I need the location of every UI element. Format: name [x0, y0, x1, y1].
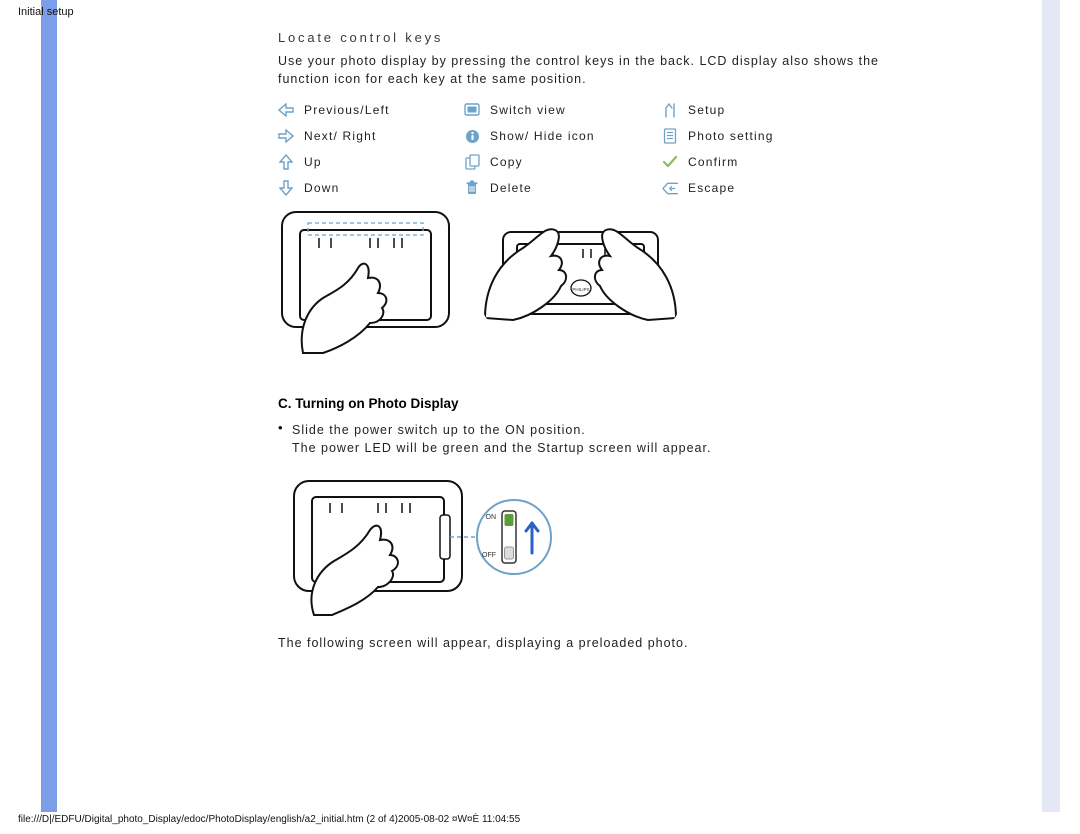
section-c-heading: C. Turning on Photo Display	[278, 396, 898, 411]
key-label: Next/ Right	[304, 129, 377, 143]
key-label: Show/ Hide icon	[490, 129, 595, 143]
off-label: OFF	[482, 552, 496, 559]
left-margin-stripe	[41, 0, 57, 812]
section-c-figure: PHILIPS ON OFF	[288, 475, 898, 622]
key-delete: Delete	[464, 180, 644, 196]
arrow-right-icon	[278, 128, 294, 144]
trash-icon	[464, 180, 480, 196]
bullet-line-2: The power LED will be green and the Star…	[292, 441, 711, 455]
key-escape: Escape	[662, 180, 822, 196]
locate-figures-row: PHILIPS PHILIPS	[278, 208, 898, 356]
keys-col-1: Previous/Left Next/ Right Up Down	[278, 102, 446, 196]
key-copy: Copy	[464, 154, 644, 170]
section-c-after-text: The following screen will appear, displa…	[278, 636, 898, 650]
key-label: Photo setting	[688, 129, 774, 143]
key-up: Up	[278, 154, 446, 170]
on-label: ON	[486, 514, 497, 521]
setup-icon	[662, 102, 678, 118]
right-margin-stripe	[1042, 0, 1060, 812]
key-label: Previous/Left	[304, 103, 390, 117]
bullet-line-1: Slide the power switch up to the ON posi…	[292, 423, 586, 437]
arrow-down-icon	[278, 180, 294, 196]
key-show-hide-icon: Show/ Hide icon	[464, 128, 644, 144]
key-setup: Setup	[662, 102, 822, 118]
figure-two-hands: PHILIPS	[483, 208, 678, 323]
key-confirm: Confirm	[662, 154, 822, 170]
key-down: Down	[278, 180, 446, 196]
arrow-up-icon	[278, 154, 294, 170]
key-label: Up	[304, 155, 322, 169]
locate-control-keys-heading: Locate control keys	[278, 30, 898, 45]
control-keys-table: Previous/Left Next/ Right Up Down	[278, 102, 898, 196]
confirm-icon	[662, 154, 678, 170]
key-label: Delete	[490, 181, 532, 195]
key-label: Escape	[688, 181, 735, 195]
key-label: Setup	[688, 103, 725, 117]
switch-view-icon	[464, 102, 480, 118]
key-previous-left: Previous/Left	[278, 102, 446, 118]
key-switch-view: Switch view	[464, 102, 644, 118]
key-label: Confirm	[688, 155, 738, 169]
bullet-dot-icon: •	[278, 421, 286, 457]
main-content: Locate control keys Use your photo displ…	[278, 30, 898, 650]
arrow-left-icon	[278, 102, 294, 118]
page-header: Initial setup	[18, 6, 74, 18]
escape-icon	[662, 180, 678, 196]
keys-col-3: Setup Photo setting Confirm Escape	[662, 102, 822, 196]
page-footer-path: file:///D|/EDFU/Digital_photo_Display/ed…	[18, 814, 520, 825]
svg-text:PHILIPS: PHILIPS	[572, 287, 589, 292]
keys-col-2: Switch view Show/ Hide icon Copy Delete	[464, 102, 644, 196]
key-label: Down	[304, 181, 339, 195]
locate-intro-text: Use your photo display by pressing the c…	[278, 53, 898, 88]
photo-setting-icon	[662, 128, 678, 144]
section-c-bullet: • Slide the power switch up to the ON po…	[278, 421, 898, 457]
key-photo-setting: Photo setting	[662, 128, 822, 144]
info-icon	[464, 128, 480, 144]
figure-back-of-frame: PHILIPS	[278, 208, 453, 356]
key-label: Switch view	[490, 103, 566, 117]
copy-icon	[464, 154, 480, 170]
key-next-right: Next/ Right	[278, 128, 446, 144]
key-label: Copy	[490, 155, 523, 169]
